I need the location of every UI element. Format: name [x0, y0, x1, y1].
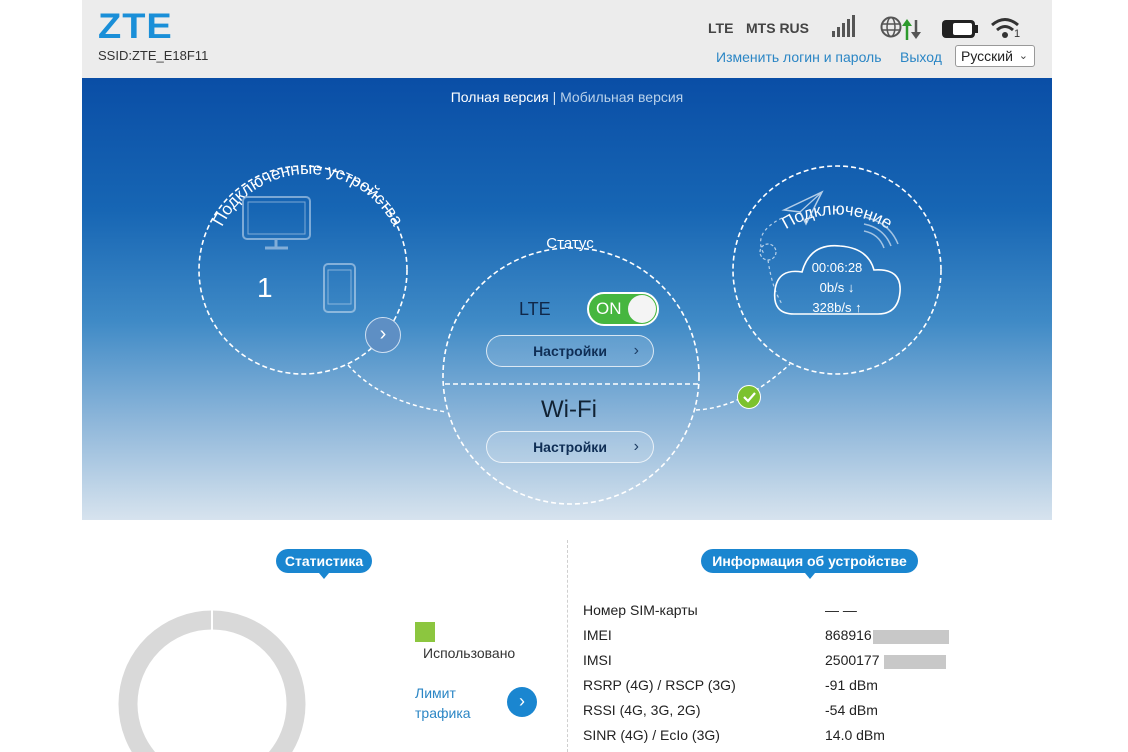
info-value: -91 dBm	[825, 677, 878, 693]
info-value: — —	[825, 602, 857, 618]
statistics-title: Статистика	[276, 549, 372, 579]
wifi-settings-label: Настройки	[533, 439, 607, 455]
info-label: RSSI (4G, 3G, 2G)	[583, 702, 701, 718]
top-header: ZTE SSID:ZTE_E18F11 LTE MTS RUS 1 Измени…	[82, 0, 1052, 78]
router-web-ui: ZTE SSID:ZTE_E18F11 LTE MTS RUS 1 Измени…	[82, 0, 1052, 752]
connected-devices-count: 1	[257, 272, 273, 303]
network-type-label: LTE	[708, 20, 734, 36]
lte-label: LTE	[519, 299, 551, 319]
connection-duration: 00:06:28	[811, 260, 863, 275]
lte-toggle[interactable]: ON	[587, 292, 659, 326]
devices-title: Подключенные устройства	[209, 159, 407, 230]
lte-toggle-state: ON	[596, 299, 622, 318]
traffic-limit-line1: Лимит	[415, 685, 456, 701]
battery-icon	[942, 20, 978, 38]
wifi-label: Wi-Fi	[541, 396, 597, 423]
info-value: -54 dBm	[825, 702, 878, 718]
connected-check-icon	[737, 385, 761, 409]
download-speed: 0b/s ↓	[819, 280, 855, 295]
chevron-right-icon: ›	[633, 438, 639, 455]
info-row-imei: IMEI 868916	[583, 627, 1043, 647]
chevron-down-icon: ⌄	[1018, 50, 1028, 62]
change-login-link[interactable]: Изменить логин и пароль	[716, 49, 882, 65]
phone-icon	[323, 263, 356, 313]
redaction-mask	[884, 655, 946, 669]
panel-divider	[567, 540, 568, 752]
redaction-mask	[873, 630, 949, 644]
info-label: IMEI	[583, 627, 612, 643]
info-label: Номер SIM-карты	[583, 602, 698, 618]
traffic-donut-chart	[118, 610, 306, 752]
info-value: 868916	[825, 627, 872, 643]
info-row-imsi: IMSI 2500177	[583, 652, 1043, 672]
info-label: SINR (4G) / EcIo (3G)	[583, 727, 720, 743]
zte-logo: ZTE	[98, 7, 173, 47]
info-label: RSRP (4G) / RSCP (3G)	[583, 677, 736, 693]
globe-updown-icon	[880, 16, 921, 40]
used-legend-label: Использовано	[423, 645, 516, 661]
info-value: 2500177	[825, 652, 880, 668]
status-circle	[442, 247, 700, 505]
traffic-limit-link[interactable]: Лимит трафика	[415, 683, 471, 723]
info-value: 14.0 dBm	[825, 727, 885, 743]
info-row-sim: Номер SIM-карты — —	[583, 602, 1043, 622]
chevron-right-icon: ›	[633, 342, 639, 359]
devices-details-button[interactable]: ›	[365, 317, 401, 353]
info-row-rssi: RSSI (4G, 3G, 2G) -54 dBm	[583, 702, 1043, 722]
donut-ring	[118, 610, 306, 752]
device-info-title: Информация об устройстве	[701, 549, 918, 579]
monitor-icon	[242, 196, 311, 250]
used-legend-swatch	[415, 622, 435, 642]
status-title: Статус	[546, 235, 594, 252]
link-line-left	[347, 364, 448, 413]
operator-name: MTS RUS	[746, 20, 809, 36]
language-selected-value: Русский	[961, 48, 1013, 64]
traffic-limit-button[interactable]: ›	[507, 687, 537, 717]
wifi-client-count: 1	[1014, 28, 1021, 40]
logout-link[interactable]: Выход	[900, 49, 942, 65]
status-dashboard: Полная версия | Мобильная версия Подключ…	[82, 78, 1052, 520]
ssid-label: SSID:ZTE_E18F11	[98, 48, 209, 63]
wifi-settings-button[interactable]: Настройки ›	[486, 431, 654, 463]
info-row-rsrp: RSRP (4G) / RSCP (3G) -91 dBm	[583, 677, 1043, 697]
signal-bars-icon	[832, 15, 855, 37]
upload-speed: 328b/s ↑	[812, 300, 862, 315]
traffic-limit-line2: трафика	[415, 705, 471, 721]
language-select[interactable]: Русский ⌄	[955, 45, 1035, 67]
wifi-icon	[991, 18, 1019, 38]
info-label: IMSI	[583, 652, 612, 668]
info-row-sinr: SINR (4G) / EcIo (3G) 14.0 dBm	[583, 727, 1043, 747]
info-panel: Статистика Использовано Лимит трафика › …	[82, 520, 1052, 752]
lte-settings-label: Настройки	[533, 343, 607, 359]
lte-settings-button[interactable]: Настройки ›	[486, 335, 654, 367]
toggle-knob	[628, 295, 656, 323]
